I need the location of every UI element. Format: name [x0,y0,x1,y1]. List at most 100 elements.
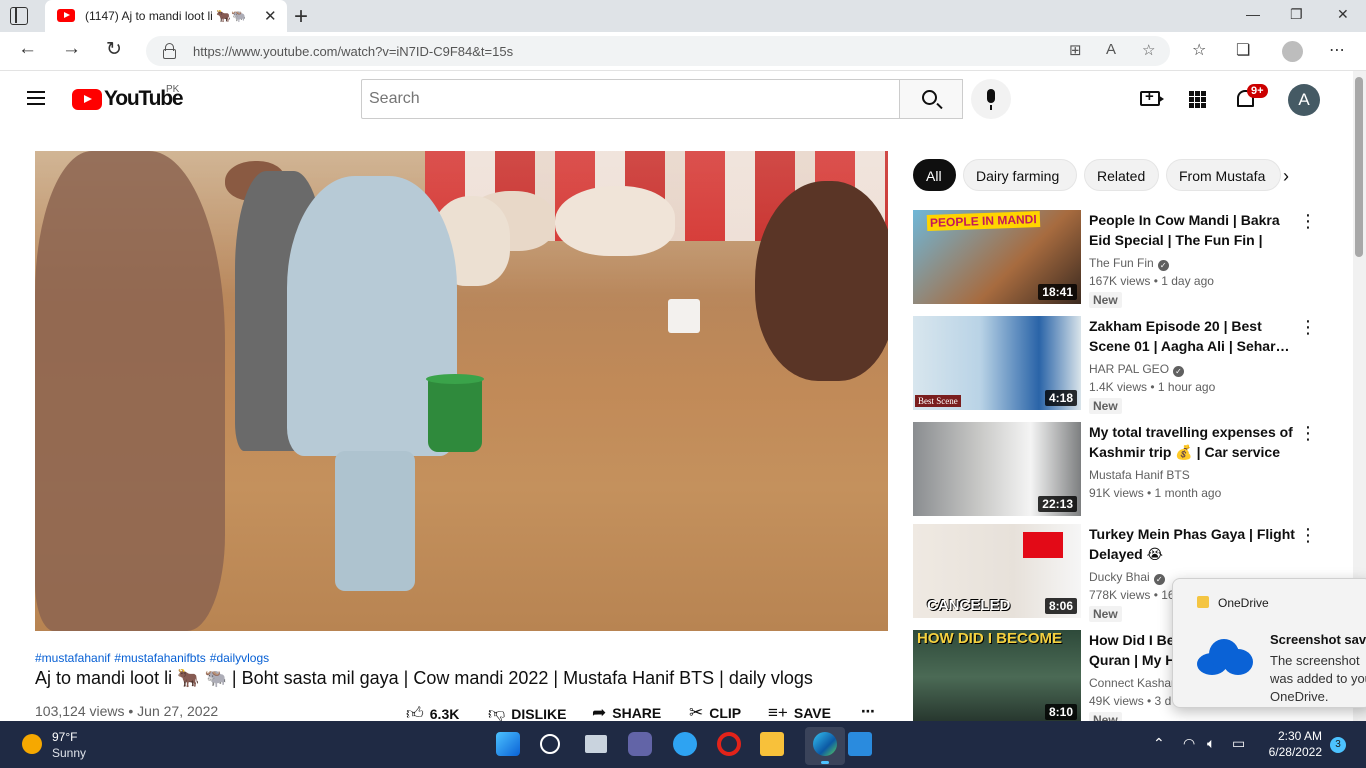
help-icon[interactable] [673,732,697,756]
chip-dairy-farming[interactable]: Dairy farming [963,159,1077,191]
chip-related[interactable]: Related [1084,159,1159,191]
more-options-icon[interactable]: ⋮ [1299,424,1317,442]
clock[interactable]: 2:30 AM 6/28/2022 [1262,728,1322,760]
video-stats: 49K views • 3 d [1089,694,1172,708]
lock-icon[interactable] [163,43,176,59]
url-text[interactable]: https://www.youtube.com/watch?v=iN7ID-C9… [193,44,513,59]
microsoft-store-icon[interactable] [848,732,872,756]
start-windows-icon[interactable] [496,732,520,756]
sun-icon[interactable] [22,734,42,754]
file-explorer-icon[interactable] [760,732,784,756]
search-input[interactable] [362,80,899,118]
new-badge: New [1089,292,1122,308]
weather-condition[interactable]: Sunny [52,746,86,760]
share-label: SHARE [612,705,662,721]
tab-close-icon[interactable]: ✕ [264,7,277,25]
teams-chat-icon[interactable] [628,732,652,756]
chevron-right-icon[interactable]: › [1283,166,1289,187]
scissors-icon: ✂ [689,703,704,722]
back-icon[interactable]: ← [18,38,37,60]
tab-title: (1147) Aj to mandi loot li 🐂🐃 [85,9,247,23]
video-thumbnail[interactable]: Best Scene 4:18 [913,316,1081,410]
create-video-icon[interactable] [1140,88,1164,106]
hashtag-link[interactable]: #mustafahanifbts [114,651,205,665]
video-title: Aj to mandi loot li 🐂 🐃 | Boht sasta mil… [35,668,813,688]
new-tab-icon[interactable]: + [294,3,308,31]
video-thumbnail[interactable]: PEOPLE IN MANDI 18:41 [913,210,1081,304]
more-options-icon[interactable]: ⋮ [1299,318,1317,336]
chip-from-mustafa[interactable]: From Mustafa [1166,159,1281,191]
video-duration: 22:13 [1038,496,1077,512]
more-actions-icon[interactable]: ⋯ [861,703,875,720]
video-thumbnail[interactable]: CANCELED 8:06 [913,524,1081,618]
share-button[interactable]: ➦ SHARE [592,703,661,723]
channel-name[interactable]: Mustafa Hanif BTS [1089,468,1190,482]
wifi-icon[interactable]: ◠ [1183,735,1195,752]
video-player[interactable] [35,151,888,631]
scrollbar-thumb[interactable] [1355,77,1363,257]
favorite-add-icon[interactable]: ☆ [1142,41,1155,59]
video-thumbnail[interactable]: HOW DID I BECOME 8:10 [913,630,1081,724]
video-duration: 8:06 [1044,598,1077,614]
clock-date: 6/28/2022 [1268,745,1322,759]
search-button[interactable] [899,79,963,119]
recommended-title[interactable]: People In Cow Mandi | Bakra Eid Special … [1089,210,1295,250]
task-view-icon[interactable] [585,735,607,753]
read-aloud-icon[interactable]: A [1106,41,1116,58]
forward-icon[interactable]: → [62,38,81,60]
chevron-up-icon[interactable]: ⌃ [1153,735,1165,752]
volume-icon[interactable]: 🔈︎ [1207,735,1215,752]
dislike-label: DISLIKE [511,706,567,722]
video-views-date: 103,124 views • Jun 27, 2022 [35,703,219,719]
channel-name[interactable]: Connect Kashan [1089,676,1178,690]
recommended-video[interactable]: 22:13 My total travelling expenses of Ka… [913,422,1317,516]
recommended-title[interactable]: Turkey Mein Phas Gaya | Flight Delayed 😭 [1089,524,1295,564]
url-field[interactable]: https://www.youtube.com/watch?v=iN7ID-C9… [146,36,1170,66]
browser-profile-icon[interactable] [1282,41,1303,62]
hashtag-link[interactable]: #mustafahanif [35,651,110,665]
search-field[interactable] [361,79,900,119]
channel-name[interactable]: The Fun Fin ✓ [1089,256,1169,271]
tab-actions-icon[interactable] [10,7,28,25]
menu-icon[interactable] [27,91,45,105]
recommended-title[interactable]: My total travelling expenses of Kashmir … [1089,422,1295,462]
apps-icon[interactable] [1189,91,1206,108]
thumbnail-text: CANCELED [927,597,1011,614]
collections-icon[interactable]: ❏ [1236,40,1250,60]
app-available-icon[interactable]: ⊞ [1069,41,1082,59]
onedrive-notification[interactable]: OneDrive Screenshot saved The screenshot… [1172,578,1366,708]
account-avatar[interactable]: A [1288,84,1320,116]
video-stats: 167K views • 1 day ago [1089,274,1214,288]
more-options-icon[interactable]: ⋮ [1299,212,1317,230]
opera-browser-icon[interactable] [717,732,741,756]
browser-tab[interactable]: (1147) Aj to mandi loot li 🐂🐃 ✕ [45,0,287,32]
chip-all[interactable]: All [913,159,956,191]
recommended-video[interactable]: PEOPLE IN MANDI 18:41 People In Cow Mand… [913,210,1317,308]
restore-icon[interactable]: ❐ [1290,6,1303,23]
battery-icon[interactable]: ▭ [1232,735,1245,752]
address-bar: ← → ↻ https://www.youtube.com/watch?v=iN… [0,32,1366,71]
window-close-icon[interactable]: ✕ [1337,6,1349,23]
channel-name[interactable]: HAR PAL GEO ✓ [1089,362,1185,377]
voice-search-icon[interactable] [971,79,1011,119]
weather-temperature[interactable]: 97°F [52,730,77,744]
minimize-icon[interactable]: — [1246,6,1260,22]
windows-taskbar: 97°F Sunny ⌃ ◠ 🔈︎ ▭ 2:30 AM 6/28/2022 3 [0,721,1366,768]
recommended-title[interactable]: Zakham Episode 20 | Best Scene 01 | Aagh… [1089,316,1295,356]
video-thumbnail[interactable]: 22:13 [913,422,1081,516]
favorites-icon[interactable]: ☆ [1192,40,1206,60]
save-button[interactable]: ≡+ SAVE [768,703,831,723]
notification-center-badge[interactable]: 3 [1330,737,1346,753]
youtube-logo-icon[interactable] [72,89,102,110]
hashtag-link[interactable]: #dailyvlogs [210,651,269,665]
thumbnail-text: HOW DID I BECOME [917,630,1062,647]
settings-more-icon[interactable]: ⋯ [1329,40,1345,60]
refresh-icon[interactable]: ↻ [106,38,122,61]
recommended-video[interactable]: Best Scene 4:18 Zakham Episode 20 | Best… [913,316,1317,414]
edge-browser-icon[interactable] [813,732,837,756]
clip-button[interactable]: ✂ CLIP [689,703,741,723]
more-options-icon[interactable]: ⋮ [1299,526,1317,544]
verified-icon: ✓ [1157,260,1169,271]
search-taskbar-icon[interactable] [540,734,560,754]
channel-name[interactable]: Ducky Bhai ✓ [1089,570,1165,585]
